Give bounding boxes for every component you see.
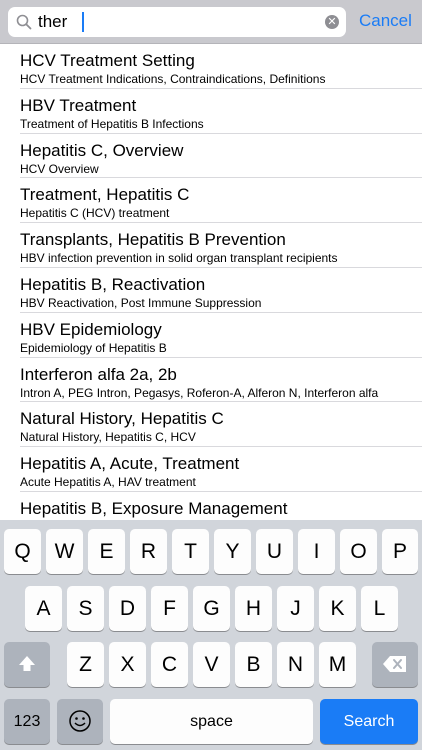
key-p[interactable]: P — [382, 529, 418, 574]
item-subtitle: Hepatitis C (HCV) treatment — [20, 206, 170, 221]
list-item[interactable]: Treatment, Hepatitis C Hepatitis C (HCV) … — [20, 178, 422, 224]
item-subtitle: Treatment of Hepatitis B Infections — [20, 116, 204, 131]
search-bar: ther ✕ Cancel — [0, 0, 422, 44]
item-title: HCV Treatment Setting — [20, 51, 195, 70]
item-subtitle: HBV Reactivation, Post Immune Suppressio… — [20, 295, 262, 310]
list-item[interactable]: Hepatitis B, Reactivation HBV Reactivatio… — [20, 268, 422, 313]
key-a[interactable]: A — [25, 586, 62, 631]
item-title: HBV Treatment — [20, 95, 137, 115]
cancel-button[interactable]: Cancel — [359, 11, 412, 31]
item-subtitle: HCV Treatment Indications, Contraindicat… — [20, 72, 326, 86]
keyboard: Q W E R T Y U I O P A S D F G H J K L Z … — [0, 520, 422, 750]
key-v[interactable]: V — [193, 642, 230, 687]
item-title: HBV Epidemiology — [20, 319, 162, 339]
list-item[interactable]: Hepatitis B, Exposure Management — [20, 492, 422, 520]
item-title: Hepatitis A, Acute, Treatment — [20, 454, 240, 474]
item-title: Hepatitis B, Exposure Management — [20, 498, 288, 518]
search-icon — [16, 14, 32, 30]
key-f[interactable]: F — [151, 586, 188, 631]
key-g[interactable]: G — [193, 586, 230, 631]
list-item[interactable]: Natural History, Hepatitis C Natural Hist… — [20, 402, 422, 448]
shift-icon — [19, 656, 35, 671]
space-key[interactable]: space — [110, 699, 313, 744]
key-o[interactable]: O — [340, 529, 377, 574]
key-w[interactable]: W — [46, 529, 83, 574]
key-s[interactable]: S — [67, 586, 104, 631]
list-item[interactable]: Hepatitis C, Overview HCV Overview — [20, 134, 422, 179]
item-title: Natural History, Hepatitis C — [20, 409, 224, 429]
list-item[interactable]: Transplants, Hepatitis B Prevention HBV i… — [20, 223, 422, 268]
search-key[interactable]: Search — [320, 699, 418, 744]
list-item[interactable]: HCV Treatment Setting HCV Treatment Indic… — [20, 44, 422, 89]
key-y[interactable]: Y — [214, 529, 251, 574]
numbers-key[interactable]: 123 — [4, 699, 50, 744]
item-subtitle: Acute Hepatitis A, HAV treatment — [20, 475, 196, 490]
key-h[interactable]: H — [235, 586, 272, 631]
key-x[interactable]: X — [109, 642, 146, 687]
text-cursor — [82, 12, 84, 32]
key-i[interactable]: I — [298, 529, 335, 574]
key-b[interactable]: B — [235, 642, 272, 687]
shift-key[interactable] — [4, 642, 50, 687]
item-title: Interferon alfa 2a, 2b — [20, 364, 177, 384]
item-subtitle: HBV infection prevention in solid organ … — [20, 251, 338, 266]
emoji-key[interactable] — [57, 699, 103, 744]
results-list: HCV Treatment Setting HCV Treatment Indic… — [0, 44, 422, 520]
key-l[interactable]: L — [361, 586, 398, 631]
item-title: Hepatitis B, Reactivation — [20, 274, 206, 294]
key-z[interactable]: Z — [67, 642, 104, 687]
key-n[interactable]: N — [277, 642, 314, 687]
key-e[interactable]: E — [88, 529, 125, 574]
list-item[interactable]: HBV Epidemiology Epidemiology of Hepatiti… — [20, 313, 422, 358]
backspace-key[interactable] — [372, 642, 418, 687]
item-title: Hepatitis C, Overview — [20, 140, 184, 160]
key-k[interactable]: K — [319, 586, 356, 631]
emoji-icon — [69, 710, 91, 732]
backspace-icon — [383, 656, 406, 672]
key-u[interactable]: U — [256, 529, 293, 574]
key-j[interactable]: J — [277, 586, 314, 631]
item-subtitle: Intron A, PEG Intron, Pegasys, Roferon-A… — [20, 385, 379, 400]
clear-icon[interactable]: ✕ — [325, 15, 339, 29]
list-item[interactable]: Interferon alfa 2a, 2b Intron A, PEG Intr… — [20, 358, 422, 403]
key-c[interactable]: C — [151, 642, 188, 687]
list-item[interactable]: Hepatitis A, Acute, Treatment Acute Hepat… — [20, 447, 422, 492]
item-subtitle: Epidemiology of Hepatitis B — [20, 340, 167, 355]
item-title: Transplants, Hepatitis B Prevention — [20, 230, 286, 250]
key-q[interactable]: Q — [4, 529, 41, 574]
key-d[interactable]: D — [109, 586, 146, 631]
key-m[interactable]: M — [319, 642, 356, 687]
item-subtitle: HCV Overview — [20, 161, 99, 176]
search-field[interactable]: ther ✕ — [8, 7, 346, 37]
item-title: Treatment, Hepatitis C — [20, 185, 190, 205]
key-r[interactable]: R — [130, 529, 167, 574]
list-item[interactable]: HBV Treatment Treatment of Hepatitis B In… — [20, 89, 422, 134]
key-t[interactable]: T — [172, 529, 209, 574]
search-input[interactable]: ther — [38, 13, 67, 31]
item-subtitle: Natural History, Hepatitis C, HCV — [20, 430, 196, 445]
